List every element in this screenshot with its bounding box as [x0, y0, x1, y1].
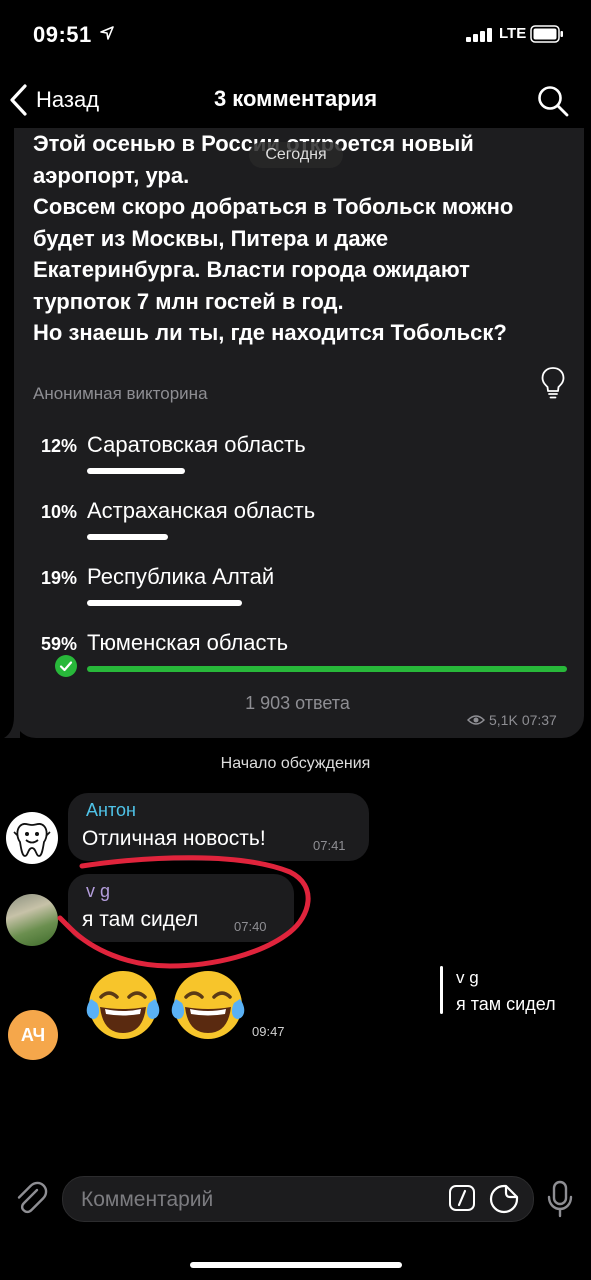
reply-author[interactable]: v g — [456, 968, 479, 988]
reply-text: я там сидел — [456, 994, 556, 1014]
tears-of-joy-emoji — [86, 971, 160, 1039]
command-icon[interactable] — [448, 1184, 476, 1212]
tears-of-joy-emoji — [171, 971, 245, 1039]
paperclip-icon[interactable] — [13, 1180, 49, 1216]
home-indicator[interactable] — [190, 1262, 402, 1268]
sticker-icon[interactable] — [488, 1183, 520, 1215]
reply-quote-bar[interactable] — [440, 966, 443, 1014]
microphone-icon[interactable] — [546, 1180, 574, 1218]
avatar[interactable]: АЧ — [8, 1010, 58, 1060]
annotation-scribble — [57, 855, 311, 969]
comment-time: 09:47 — [252, 1024, 285, 1039]
comment-input[interactable] — [79, 1185, 443, 1215]
